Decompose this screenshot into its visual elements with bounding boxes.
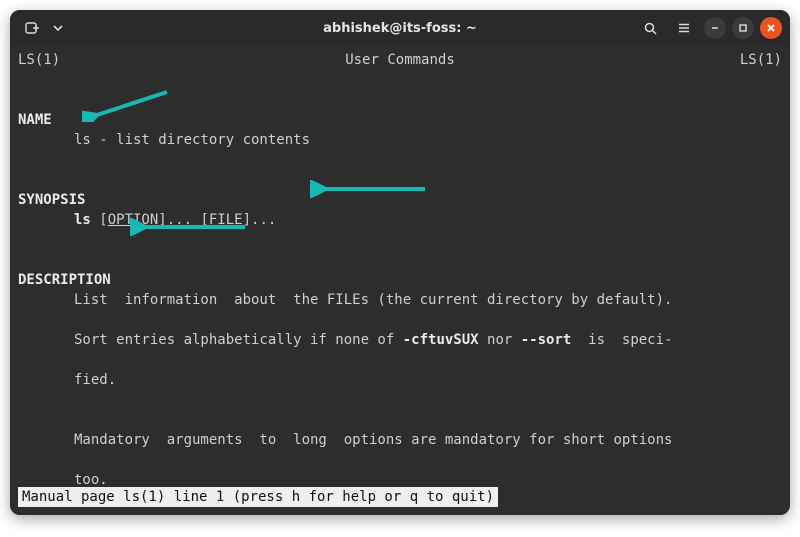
synopsis-line: ls [OPTION]... [FILE]...: [18, 210, 782, 230]
section-synopsis-heading: SYNOPSIS: [18, 192, 85, 208]
chevron-down-icon: [53, 23, 63, 33]
section-name-heading: NAME: [18, 112, 52, 128]
menu-button[interactable]: [670, 14, 698, 42]
titlebar: abhishek@its-foss: ~: [10, 10, 790, 46]
synopsis-option: OPTION: [108, 212, 159, 228]
search-button[interactable]: [636, 14, 664, 42]
man-header-right: LS(1): [740, 50, 782, 70]
name-body: ls - list directory contents: [18, 130, 782, 150]
synopsis-file: FILE: [209, 212, 243, 228]
pager-statusline: Manual page ls(1) line 1 (press h for he…: [18, 487, 498, 507]
maximize-button[interactable]: [732, 17, 754, 39]
desc-line-1: List information about the FILEs (the cu…: [18, 290, 782, 310]
close-button[interactable]: [760, 17, 782, 39]
minimize-button[interactable]: [704, 17, 726, 39]
man-header-left: LS(1): [18, 50, 60, 70]
maximize-icon: [738, 23, 748, 33]
hamburger-icon: [677, 21, 691, 35]
section-description-heading: DESCRIPTION: [18, 272, 111, 288]
desc-line-4: Mandatory arguments to long options are …: [18, 430, 782, 450]
close-icon: [766, 23, 776, 33]
tab-dropdown-button[interactable]: [48, 14, 68, 42]
synopsis-cmd: ls: [74, 212, 91, 228]
minimize-icon: [710, 23, 720, 33]
terminal-window: abhishek@its-foss: ~: [10, 10, 790, 515]
search-icon: [643, 21, 658, 36]
terminal-body[interactable]: LS(1)User CommandsLS(1) NAME ls - list d…: [10, 46, 790, 515]
man-header-center: User Commands: [60, 50, 740, 70]
new-tab-icon: [24, 20, 40, 36]
man-page: LS(1)User CommandsLS(1) NAME ls - list d…: [10, 46, 790, 515]
desc-line-2: Sort entries alphabetically if none of -…: [18, 330, 782, 350]
new-tab-button[interactable]: [18, 14, 46, 42]
desc-line-3: fied.: [18, 370, 782, 390]
